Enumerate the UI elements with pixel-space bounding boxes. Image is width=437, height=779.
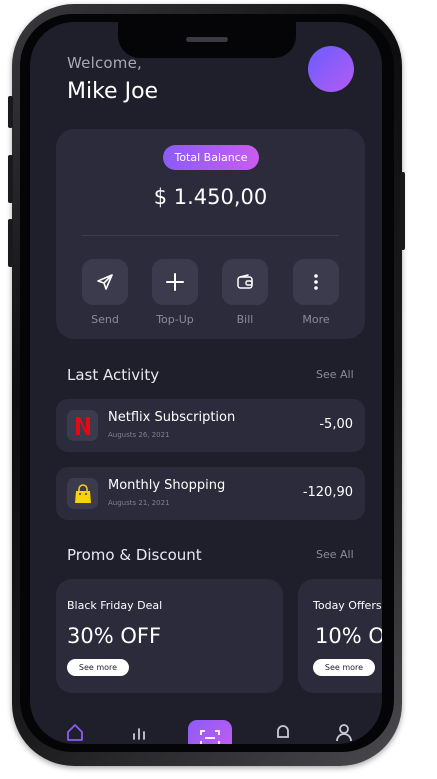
last-activity-title: Last Activity bbox=[67, 366, 160, 384]
more-vertical-icon bbox=[314, 274, 318, 290]
promo-card-black-friday[interactable]: Black Friday Deal 30% OFF See more bbox=[56, 579, 283, 693]
stats-icon[interactable] bbox=[131, 724, 147, 740]
see-more-button[interactable]: See more bbox=[67, 659, 129, 676]
scan-icon bbox=[200, 730, 220, 744]
topup-action[interactable]: Top-Up bbox=[152, 259, 198, 326]
phone-volume-down-button bbox=[8, 219, 13, 267]
activity-amount: -5,00 bbox=[319, 417, 353, 432]
see-more-button[interactable]: See more bbox=[313, 659, 375, 676]
send-icon bbox=[97, 274, 113, 290]
notification-icon[interactable] bbox=[275, 723, 291, 741]
scan-button[interactable] bbox=[188, 720, 232, 744]
promo-card-discount: 10% OFF bbox=[315, 624, 382, 648]
user-name: Mike Joe bbox=[67, 79, 159, 104]
app-screen: Welcome, Mike Joe Total Balance $ 1.450,… bbox=[30, 22, 382, 744]
promo-card-today-offers[interactable]: Today Offers 10% OFF See more bbox=[298, 579, 382, 693]
promo-card-title: Black Friday Deal bbox=[67, 599, 163, 612]
topup-label: Top-Up bbox=[156, 313, 194, 326]
balance-amount: $ 1.450,00 bbox=[153, 185, 268, 209]
phone-notch bbox=[118, 22, 296, 58]
wallet-icon bbox=[237, 274, 253, 289]
activity-title: Monthly Shopping bbox=[108, 478, 226, 493]
activity-item-shopping[interactable]: Monthly Shopping Augusts 21, 2021 -120,9… bbox=[56, 467, 365, 520]
profile-icon[interactable] bbox=[336, 723, 352, 741]
activity-see-all-link[interactable]: See All bbox=[316, 368, 354, 381]
more-label: More bbox=[302, 313, 330, 326]
send-action[interactable]: Send bbox=[82, 259, 128, 326]
promo-title: Promo & Discount bbox=[67, 546, 202, 564]
total-balance-badge: Total Balance bbox=[163, 145, 259, 170]
activity-date: Augusts 21, 2021 bbox=[108, 499, 170, 507]
bottom-tab-bar bbox=[30, 712, 382, 744]
activity-title: Netflix Subscription bbox=[108, 410, 236, 425]
bill-label: Bill bbox=[236, 313, 254, 326]
promo-card-title: Today Offers bbox=[313, 599, 382, 612]
activity-item-netflix[interactable]: Netflix Subscription Augusts 26, 2021 -5… bbox=[56, 399, 365, 452]
phone-power-button bbox=[400, 172, 405, 250]
activity-date: Augusts 26, 2021 bbox=[108, 431, 170, 439]
activity-amount: -120,90 bbox=[302, 485, 353, 500]
send-button[interactable] bbox=[82, 259, 128, 305]
topup-button[interactable] bbox=[152, 259, 198, 305]
promo-see-all-link[interactable]: See All bbox=[316, 548, 354, 561]
phone-side-button bbox=[8, 96, 13, 128]
netflix-icon bbox=[67, 410, 98, 441]
welcome-text: Welcome, bbox=[67, 54, 142, 72]
quick-actions: Send Top-Up Bill More bbox=[82, 259, 339, 329]
phone-volume-up-button bbox=[8, 155, 13, 203]
shopping-bag-icon bbox=[67, 478, 98, 509]
more-button[interactable] bbox=[293, 259, 339, 305]
send-label: Send bbox=[91, 313, 119, 326]
bill-action[interactable]: Bill bbox=[222, 259, 268, 326]
more-action[interactable]: More bbox=[293, 259, 339, 326]
balance-divider bbox=[82, 235, 339, 236]
bill-button[interactable] bbox=[222, 259, 268, 305]
balance-card: Total Balance $ 1.450,00 Send Top-Up Bil… bbox=[56, 129, 365, 339]
speaker-grille bbox=[186, 37, 228, 42]
promo-card-discount: 30% OFF bbox=[67, 624, 162, 648]
plus-icon bbox=[166, 273, 184, 291]
home-icon[interactable] bbox=[66, 723, 84, 741]
avatar[interactable] bbox=[308, 46, 354, 92]
